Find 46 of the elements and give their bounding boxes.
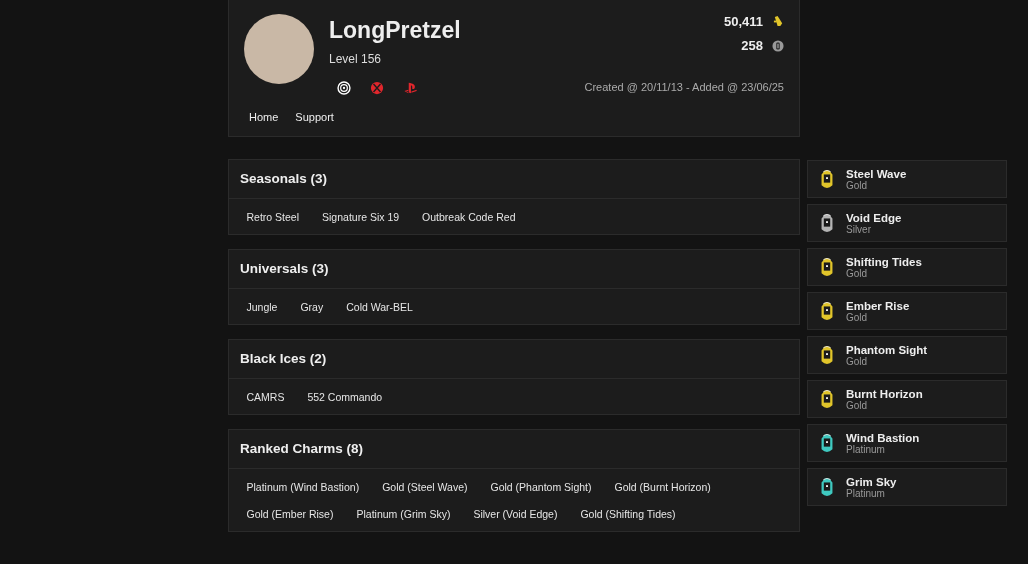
tier-label: Gold xyxy=(846,355,869,367)
tier-label: Gold xyxy=(846,311,869,323)
charm-name: Steel Wave xyxy=(846,167,907,180)
account-dates: Created @ 20/11/13 - Added @ 23/06/25 xyxy=(584,81,784,93)
charm-name: Burnt Horizon xyxy=(846,387,923,400)
tier-label: Silver xyxy=(846,223,872,235)
item-label: Signature Six 19 xyxy=(321,210,401,225)
credit-coin-icon xyxy=(772,39,784,52)
player-name: LongPretzel xyxy=(329,17,462,43)
item-label: Outbreak Code Red xyxy=(421,210,517,225)
item-label: Gold (Phantom Sight) xyxy=(489,480,593,495)
charm-name: Ember Rise xyxy=(846,299,910,312)
item-label: Gold (Steel Wave) xyxy=(381,480,469,495)
item-label: Gold (Shifting Tides) xyxy=(579,507,677,522)
nav-link[interactable]: Home xyxy=(249,111,279,123)
item-label: Retro Steel xyxy=(245,210,301,225)
stat-value: 50,411 xyxy=(723,14,763,29)
section-title: Ranked Charms (8) xyxy=(229,430,799,469)
stat-value: 258 xyxy=(741,38,763,53)
item-label: Platinum (Wind Bastion) xyxy=(245,480,361,495)
charm-name: Grim Sky xyxy=(846,475,897,488)
item-label: 552 Commando xyxy=(306,390,384,405)
charm-name: Wind Bastion xyxy=(846,431,920,444)
xbox-icon[interactable] xyxy=(370,81,384,95)
player-level: Level 156 xyxy=(329,52,383,66)
item-label: Gold (Burnt Horizon) xyxy=(613,480,712,495)
nav-link[interactable]: Support xyxy=(295,111,334,123)
tier-label: Gold xyxy=(846,179,869,191)
tier-label: Gold xyxy=(846,267,868,279)
section-title: Seasonals (3) xyxy=(229,160,799,199)
item-label: CAMRS xyxy=(245,390,286,405)
section-title: Black Ices (2) xyxy=(229,340,799,379)
charm-name: Void Edge xyxy=(846,211,902,224)
tier-label: Platinum xyxy=(846,443,886,455)
item-label: Jungle xyxy=(245,300,279,315)
charm-name: Phantom Sight xyxy=(846,343,928,356)
tier-label: Gold xyxy=(846,399,869,411)
item-label: Gold (Ember Rise) xyxy=(245,507,335,522)
section-title: Universals (3) xyxy=(229,250,799,289)
playstation-icon[interactable] xyxy=(403,81,418,95)
item-label: Silver (Void Edge) xyxy=(472,507,559,522)
item-label: Gray xyxy=(299,300,325,315)
item-label: Platinum (Grim Sky) xyxy=(355,507,452,522)
item-label: Cold War-BEL xyxy=(345,300,414,315)
charm-name: Shifting Tides xyxy=(846,255,922,268)
tier-label: Platinum xyxy=(846,487,885,499)
